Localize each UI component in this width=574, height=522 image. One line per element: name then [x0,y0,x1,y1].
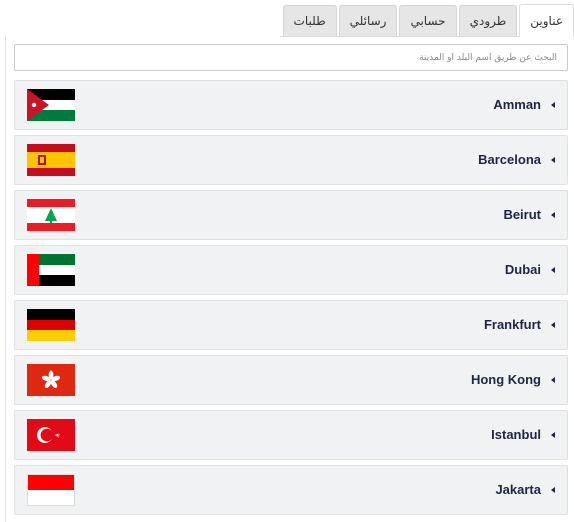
spain-flag-icon [27,144,75,176]
tab-bar: عناوين طرودي حسابي رسائلي طلبات [280,3,574,37]
caret-left-icon [551,267,555,273]
uae-flag-icon [27,254,75,286]
list-item-dubai[interactable]: Dubai [14,245,568,295]
turkey-flag-icon [27,419,75,451]
list-item-frankfurt[interactable]: Frankfurt [14,300,568,350]
list-item-jakarta[interactable]: Jakarta [14,465,568,515]
jordan-flag-icon [27,89,75,121]
city-name: Frankfurt [483,317,541,332]
indonesia-flag-icon [27,474,75,506]
tab-orders[interactable]: طلبات [282,5,337,36]
caret-left-icon [551,377,555,383]
city-name: Barcelona [478,152,541,167]
city-name: Hong Kong [470,372,541,387]
hong-kong-flag-icon [27,364,75,396]
list-item-hong-kong[interactable]: Hong Kong [14,355,568,405]
city-name: Istanbul [491,427,541,442]
caret-left-icon [551,212,555,218]
city-name: Dubai [504,262,541,277]
list-item-beirut[interactable]: Beirut [14,190,568,240]
city-list: Amman Barcelona Beirut Dubai Frankfurt H… [14,80,568,520]
caret-left-icon [551,322,555,328]
tab-my-messages[interactable]: رسائلي [338,5,398,36]
addresses-panel: Amman Barcelona Beirut [5,36,574,522]
list-item-amman[interactable]: Amman [14,80,568,130]
caret-left-icon [551,102,555,108]
search-input[interactable] [14,44,568,71]
tab-my-account[interactable]: حسابي [399,5,457,36]
caret-left-icon [551,432,555,438]
tab-my-parcels[interactable]: طرودي [458,5,518,36]
lebanon-flag-icon [27,199,75,231]
city-name: Amman [493,97,541,112]
germany-flag-icon [27,309,75,341]
list-item-barcelona[interactable]: Barcelona [14,135,568,185]
caret-left-icon [551,157,555,163]
caret-left-icon [551,487,555,493]
tab-addresses[interactable]: عناوين [519,4,574,37]
city-name: Beirut [503,207,541,222]
list-item-istanbul[interactable]: Istanbul [14,410,568,460]
city-name: Jakarta [495,482,541,497]
